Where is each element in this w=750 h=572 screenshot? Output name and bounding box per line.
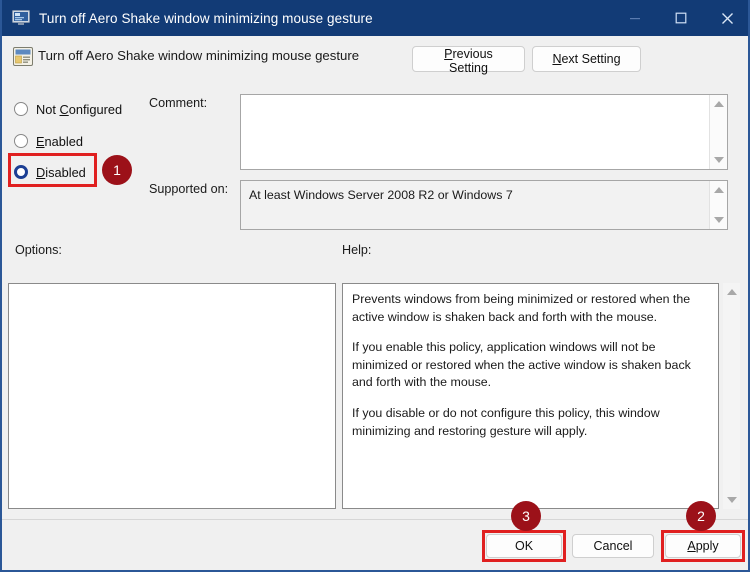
supported-on-field: At least Windows Server 2008 R2 or Windo…: [240, 180, 728, 230]
help-label: Help:: [342, 243, 372, 257]
scroll-up-icon[interactable]: [710, 183, 727, 197]
policy-header: Turn off Aero Shake window minimizing mo…: [2, 36, 748, 91]
scroll-down-icon[interactable]: [710, 213, 727, 227]
minimize-icon: [630, 18, 640, 20]
annotation-badge-1: 1: [102, 155, 132, 185]
close-button[interactable]: [704, 0, 748, 36]
comment-scrollbar[interactable]: [709, 95, 727, 169]
supported-on-scrollbar[interactable]: [709, 181, 727, 229]
apply-label: pply: [695, 539, 719, 553]
options-panel[interactable]: [8, 283, 336, 509]
disabled-option[interactable]: Disabled: [14, 162, 86, 182]
close-icon: [721, 12, 733, 24]
comment-input[interactable]: [240, 94, 728, 170]
ok-button[interactable]: OK: [486, 534, 562, 558]
window-title: Turn off Aero Shake window minimizing mo…: [39, 10, 373, 26]
options-label: Options:: [15, 243, 62, 257]
footer-separator: [2, 519, 748, 520]
not-configured-option[interactable]: Not Configured: [14, 99, 122, 119]
next-setting-label: ext Setting: [561, 52, 621, 66]
not-configured-label: Not Configured: [36, 101, 123, 117]
annotation-badge-2: 2: [686, 501, 716, 531]
help-scrollbar[interactable]: [723, 283, 740, 509]
apply-accel: A: [687, 539, 696, 553]
enabled-label: Enabled: [36, 133, 83, 149]
scroll-down-icon[interactable]: [723, 493, 740, 507]
scroll-up-icon[interactable]: [710, 97, 727, 111]
scroll-up-icon[interactable]: [723, 285, 740, 299]
next-setting-button[interactable]: Next Setting: [532, 46, 641, 72]
disabled-label: Disabled: [36, 164, 86, 180]
window-controls: [612, 0, 748, 36]
apply-button[interactable]: Apply: [665, 534, 741, 558]
supported-on-label: Supported on:: [149, 182, 229, 196]
not-configured-radio[interactable]: [14, 102, 28, 116]
maximize-icon: [675, 12, 687, 24]
supported-on-value: At least Windows Server 2008 R2 or Windo…: [249, 188, 513, 202]
policy-setting-icon: [12, 10, 30, 26]
help-paragraph: Prevents windows from being minimized or…: [352, 292, 691, 324]
annotation-badge-3: 3: [511, 501, 541, 531]
policy-name: Turn off Aero Shake window minimizing mo…: [38, 48, 360, 63]
help-panel: Prevents windows from being minimized or…: [342, 283, 719, 509]
previous-setting-label: revious Setting: [449, 47, 493, 75]
enabled-option[interactable]: Enabled: [14, 131, 83, 151]
maximize-button[interactable]: [658, 0, 704, 36]
previous-setting-accel: P: [444, 47, 453, 61]
help-paragraph: If you enable this policy, application w…: [352, 340, 691, 390]
group-policy-setting-dialog: Turn off Aero Shake window minimizing mo…: [0, 0, 750, 572]
disabled-radio[interactable]: [14, 165, 28, 179]
comment-label: Comment:: [149, 96, 208, 110]
title-bar: Turn off Aero Shake window minimizing mo…: [2, 0, 748, 36]
policy-setting-icon: [13, 47, 33, 66]
cancel-button[interactable]: Cancel: [572, 534, 654, 558]
minimize-button[interactable]: [612, 0, 658, 36]
scroll-down-icon[interactable]: [710, 153, 727, 167]
help-paragraph: If you disable or do not configure this …: [352, 406, 660, 438]
previous-setting-button[interactable]: Previous Setting: [412, 46, 525, 75]
enabled-radio[interactable]: [14, 134, 28, 148]
